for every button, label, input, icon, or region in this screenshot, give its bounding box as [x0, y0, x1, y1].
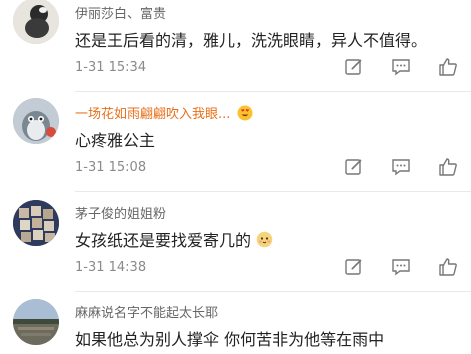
avatar[interactable] [13, 0, 59, 44]
comment-text: 女孩纸还是要找爱寄几的 [75, 227, 273, 252]
avatar[interactable] [13, 200, 59, 246]
username[interactable]: 麻麻说名字不能起太长耶 [75, 302, 218, 321]
edit-icon[interactable] [343, 256, 365, 278]
comment-actions [343, 56, 459, 78]
cute-face-emoji-icon [256, 231, 273, 252]
heart-eyes-emoji-icon [237, 105, 253, 125]
username[interactable]: 一场花如雨翩翩吹入我眼... [75, 103, 253, 125]
edit-icon[interactable] [343, 156, 365, 178]
avatar[interactable] [13, 98, 59, 144]
comment-actions [343, 156, 459, 178]
timestamp: 1-31 15:34 [75, 60, 147, 75]
divider [75, 291, 471, 292]
username-text: 一场花如雨翩翩吹入我眼... [75, 107, 231, 122]
divider [75, 191, 471, 192]
like-icon[interactable] [437, 156, 459, 178]
like-icon[interactable] [437, 56, 459, 78]
comment-text: 还是王后看的清，雅儿，洗洗眼睛，异人不值得。 [75, 31, 428, 50]
like-icon[interactable] [437, 256, 459, 278]
comment-text: 心疼雅公主 [75, 131, 156, 150]
edit-icon[interactable] [343, 56, 365, 78]
comment-icon[interactable] [390, 56, 412, 78]
comment-text: 如果他总为别人撑伞 你何苦非为他等在雨中 [75, 330, 385, 349]
divider [75, 91, 471, 92]
comment-icon[interactable] [390, 156, 412, 178]
timestamp: 1-31 14:38 [75, 260, 147, 275]
username[interactable]: 茅子俊的姐姐粉 [75, 203, 166, 222]
timestamp: 1-31 15:08 [75, 160, 147, 175]
avatar[interactable] [13, 299, 59, 345]
comment-text-content: 女孩纸还是要找爱寄几的 [75, 231, 252, 250]
comment-icon[interactable] [390, 256, 412, 278]
comment-actions [343, 256, 459, 278]
username[interactable]: 伊丽莎白、富贵 [75, 3, 166, 22]
